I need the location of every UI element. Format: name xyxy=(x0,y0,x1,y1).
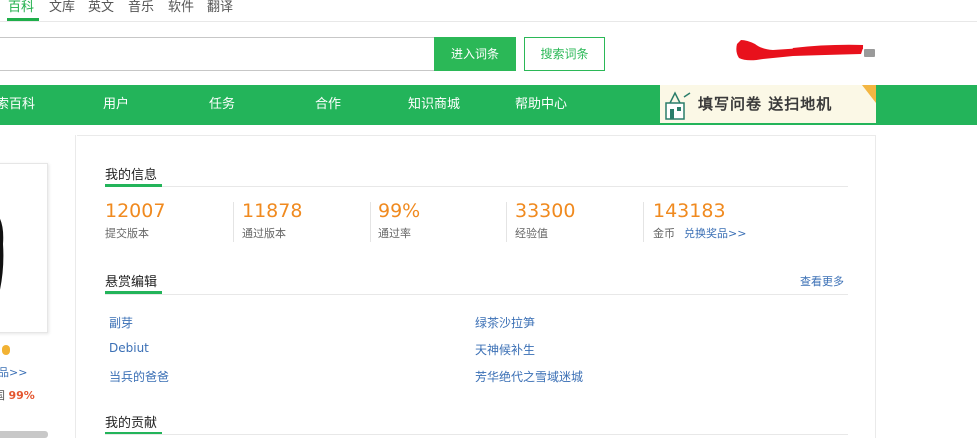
product-nav: 百科 文库 英文 音乐 软件 翻译 xyxy=(0,0,977,22)
bounty-entry[interactable]: 天神候补生 xyxy=(475,341,535,358)
stat-separator xyxy=(370,202,371,242)
search-entry-button[interactable]: 搜索词条 xyxy=(524,37,605,71)
my-info-divider xyxy=(105,186,848,187)
nav-item-tasks[interactable]: 任务 xyxy=(209,85,235,125)
survey-banner[interactable]: 填写问卷 送扫地机 xyxy=(660,85,876,123)
view-more-link[interactable]: 查看更多 xyxy=(800,273,844,289)
sidebar-link[interactable]: 品>> xyxy=(0,364,27,380)
product-tab-translate[interactable]: 翻译 xyxy=(207,0,233,15)
stat-value: 99% xyxy=(378,200,421,222)
contribution-title: 我的贡献 xyxy=(105,416,158,431)
stat-separator xyxy=(233,202,234,242)
sidebar-rate-prefix: 国 xyxy=(0,389,5,402)
product-tab-baike[interactable]: 百科 xyxy=(8,0,34,15)
bounty-entry[interactable]: Debiut xyxy=(109,341,149,355)
stat-value: 33300 xyxy=(515,200,576,222)
sidebar-rate: 国 99% xyxy=(0,387,35,403)
stat-label: 通过率 xyxy=(378,227,411,240)
stat-separator xyxy=(506,202,507,242)
search-input[interactable] xyxy=(0,37,434,71)
avatar-image xyxy=(0,218,4,290)
stat-label: 通过版本 xyxy=(242,227,286,240)
stat-value: 12007 xyxy=(105,200,166,222)
my-info-title-underline xyxy=(105,184,162,187)
product-tab-music[interactable]: 音乐 xyxy=(128,0,154,15)
bounty-entry[interactable]: 副芽 xyxy=(109,314,133,331)
bounty-title: 悬赏编辑 xyxy=(105,275,158,290)
stat-label: 经验值 xyxy=(515,227,548,240)
nav-item-knowledge-mall[interactable]: 知识商城 xyxy=(408,85,460,125)
stat-value: 143183 xyxy=(653,200,726,222)
redeem-prizes-link[interactable]: 兑换奖品>> xyxy=(684,225,746,241)
nav-item-help-center[interactable]: 帮助中心 xyxy=(515,85,567,125)
enter-entry-button[interactable]: 进入词条 xyxy=(434,37,516,71)
sidebar-scroll-bar[interactable] xyxy=(0,431,48,438)
stat-value: 11878 xyxy=(242,200,303,222)
stat-separator xyxy=(643,202,644,242)
product-tab-wenku[interactable]: 文库 xyxy=(49,0,75,15)
sidebar-rate-value: 99% xyxy=(8,389,35,402)
banner-corner-decoration xyxy=(862,85,876,103)
contribution-divider xyxy=(105,434,848,435)
stat-label: 提交版本 xyxy=(105,227,149,240)
bounty-title-underline xyxy=(105,291,162,294)
bounty-entry[interactable]: 芳华绝代之雪域迷城 xyxy=(475,368,583,385)
redacted-username[interactable] xyxy=(733,38,868,64)
bounty-divider xyxy=(105,294,848,295)
nav-item-home[interactable]: 索百科 xyxy=(0,85,35,125)
mail-icon[interactable] xyxy=(864,49,875,57)
bounty-entry[interactable]: 绿茶沙拉笋 xyxy=(475,314,535,331)
nav-item-cooperation[interactable]: 合作 xyxy=(315,85,341,125)
active-tab-underline xyxy=(7,18,39,21)
avatar[interactable] xyxy=(0,163,48,333)
product-tab-software[interactable]: 软件 xyxy=(168,0,194,15)
level-badge-icon xyxy=(2,345,10,355)
banner-text: 填写问卷 送扫地机 xyxy=(698,95,833,113)
robot-vacuum-icon xyxy=(665,91,691,120)
product-tab-english[interactable]: 英文 xyxy=(88,0,114,15)
nav-item-users[interactable]: 用户 xyxy=(103,85,129,125)
main-content xyxy=(77,135,876,438)
my-info-title: 我的信息 xyxy=(105,168,158,183)
stat-label: 金币 xyxy=(653,227,675,240)
bounty-entry[interactable]: 当兵的爸爸 xyxy=(109,368,169,385)
